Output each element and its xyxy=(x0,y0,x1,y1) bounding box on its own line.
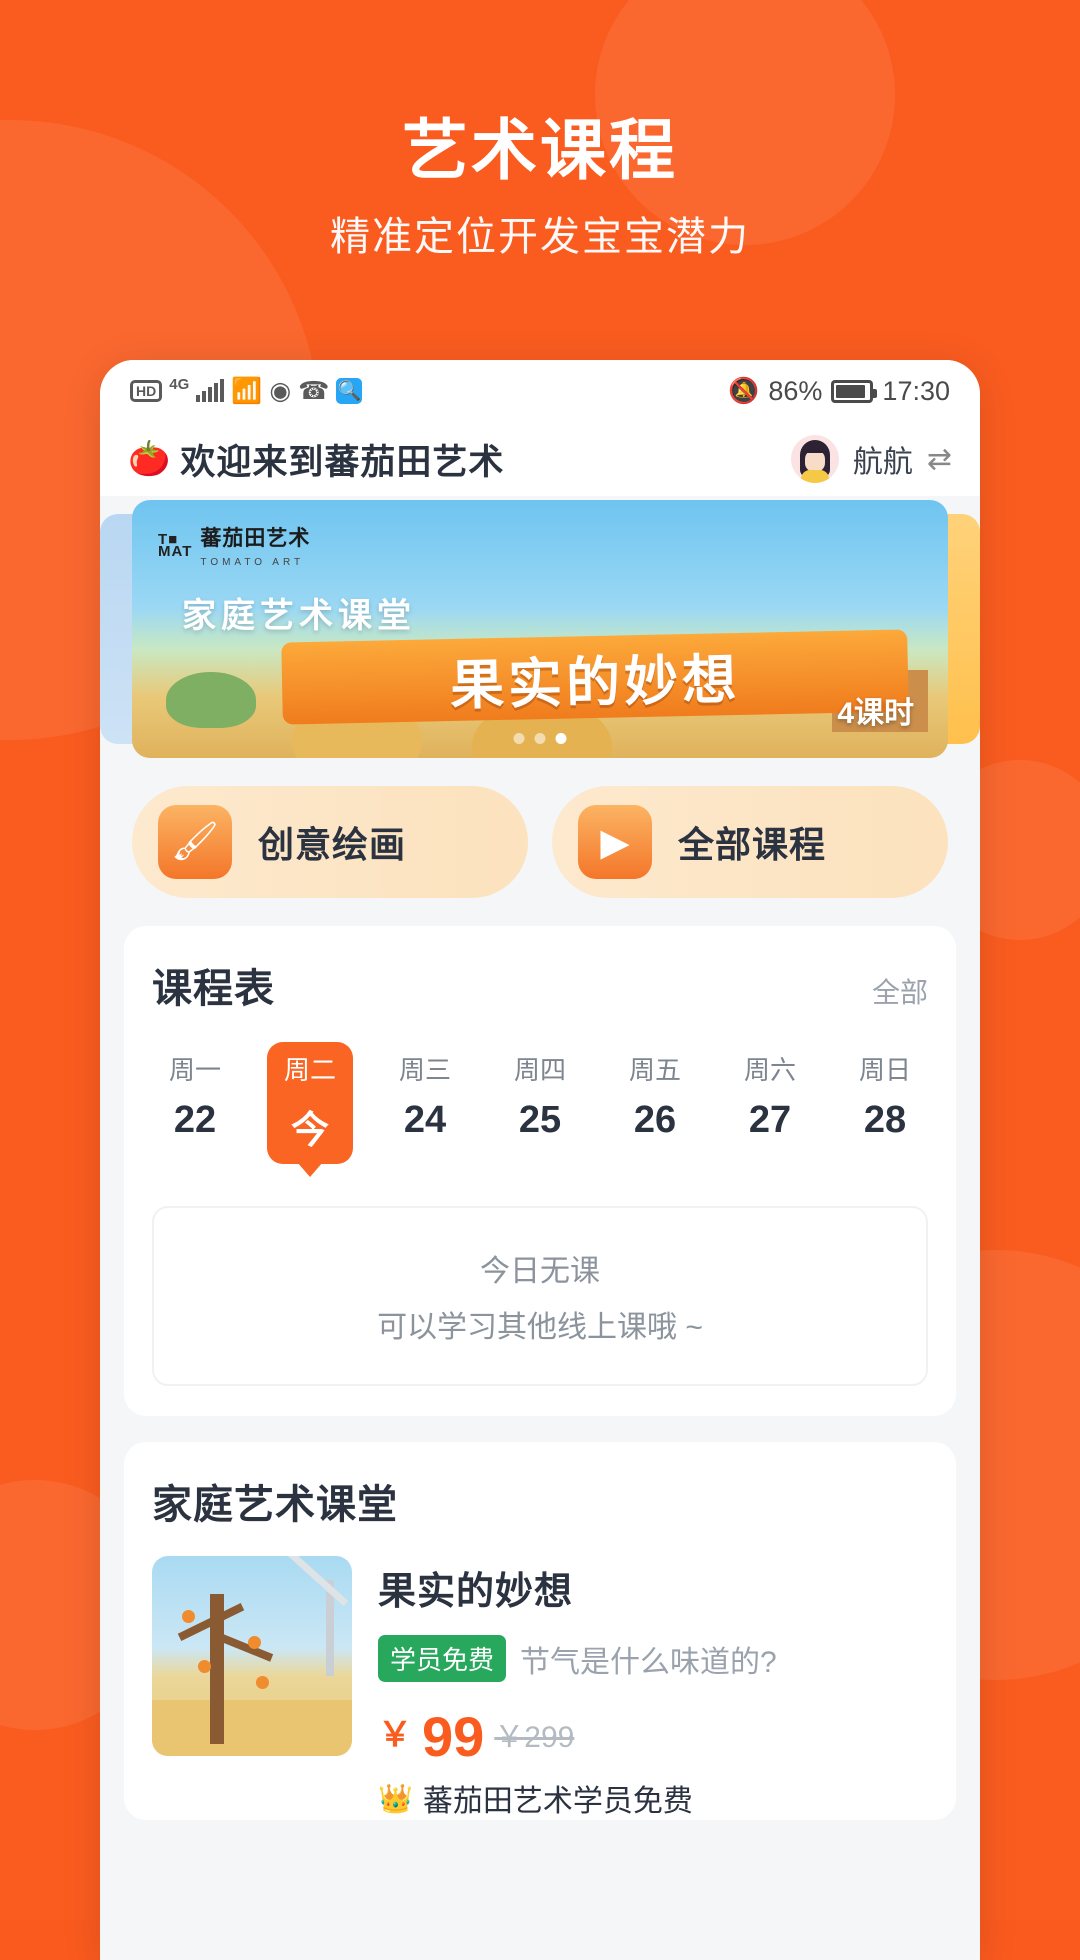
search-icon: 🔍 xyxy=(336,378,363,404)
date-label: 22 xyxy=(173,1099,217,1141)
carousel-dots[interactable] xyxy=(513,733,567,744)
switch-account-icon[interactable]: ⇄ xyxy=(927,442,952,477)
date-label: 28 xyxy=(863,1099,907,1141)
family-class-title: 家庭艺术课堂 xyxy=(152,1483,398,1527)
day-cell-wed[interactable]: 周三 24 xyxy=(382,1042,468,1164)
logo-mark-icon: T■ MAT xyxy=(158,531,193,560)
page-title: 艺术课程 xyxy=(402,113,678,187)
member-benefit-label: 蕃茄田艺术学员免费 xyxy=(422,1785,693,1819)
current-price: 99 xyxy=(422,1705,485,1768)
weekday-label: 周四 xyxy=(513,1055,566,1085)
battery-icon xyxy=(831,379,878,403)
app-header-user[interactable]: 航航 ⇄ xyxy=(790,435,952,483)
avatar[interactable] xyxy=(790,435,839,483)
status-bar: HD 4G 📶 ◉ ☎ 🔍 🔕 86% 17:30 xyxy=(100,360,980,422)
family-class-card: 家庭艺术课堂 果实的妙想 学员免费 节气是什么味道的? ￥ 99 ￥299 👑 … xyxy=(124,1442,956,1821)
weekday-label: 周六 xyxy=(743,1055,796,1085)
weekday-label: 周日 xyxy=(858,1055,911,1085)
eye-icon: ◉ xyxy=(269,376,292,405)
status-badge: 学员免费 xyxy=(378,1635,507,1682)
banner-lessons-label: 4课时 xyxy=(837,697,914,730)
schedule-card: 课程表 全部 周一 22 周二 今 周三 24 周四 25 周五 26 周六 2… xyxy=(124,926,956,1416)
quick-action-label: 全部课程 xyxy=(678,824,827,865)
week-selector: 周一 22 周二 今 周三 24 周四 25 周五 26 周六 27 周日 28 xyxy=(152,1042,928,1164)
clock-label: 17:30 xyxy=(882,375,950,406)
currency-symbol: ￥ xyxy=(378,1716,412,1755)
status-bar-right: 🔕 86% 17:30 xyxy=(728,376,950,407)
logo-en-label: TOMATO ART xyxy=(200,557,305,568)
quick-actions: 🖌 创意绘画 ▶ 全部课程 xyxy=(100,760,980,898)
quick-action-all-courses[interactable]: ▶ 全部课程 xyxy=(552,786,948,898)
bell-muted-icon: 🔕 xyxy=(728,376,760,405)
banner-logo: T■ MAT 蕃茄田艺术 TOMATO ART xyxy=(158,522,310,570)
schedule-header: 课程表 全部 xyxy=(152,956,928,1014)
carousel-dot-active[interactable] xyxy=(555,733,567,744)
missed-call-icon: ☎ xyxy=(298,376,330,405)
course-info: 果实的妙想 学员免费 节气是什么味道的? ￥ 99 ￥299 👑 蕃茄田艺术学员… xyxy=(378,1556,928,1820)
quick-action-creative-drawing[interactable]: 🖌 创意绘画 xyxy=(132,786,528,898)
banner-title: 果实的妙想 xyxy=(281,629,909,725)
status-bar-left: HD 4G 📶 ◉ ☎ 🔍 xyxy=(130,375,363,405)
signal-bars-icon xyxy=(196,379,225,402)
hero-section: 艺术课程 精准定位开发宝宝潜力 xyxy=(0,0,1080,259)
carousel-dot[interactable] xyxy=(534,733,546,744)
day-cell-thu[interactable]: 周四 25 xyxy=(497,1042,583,1164)
course-tag-row: 学员免费 节气是什么味道的? xyxy=(378,1635,928,1682)
course-description: 节气是什么味道的? xyxy=(520,1645,777,1679)
phone-mockup: HD 4G 📶 ◉ ☎ 🔍 🔕 86% 17:30 🍅 欢迎来到蕃茄田艺术 航航… xyxy=(100,360,980,1960)
app-title: 欢迎来到蕃茄田艺术 xyxy=(180,442,505,482)
bush-decoration xyxy=(166,672,256,728)
banner-subtitle: 家庭艺术课堂 xyxy=(182,597,416,635)
crown-icon: 👑 xyxy=(378,1782,413,1814)
empty-title: 今日无课 xyxy=(480,1255,600,1288)
network-type-label: 4G xyxy=(169,375,190,393)
app-header: 🍅 欢迎来到蕃茄田艺术 航航 ⇄ xyxy=(100,422,980,496)
page-subtitle: 精准定位开发宝宝潜力 xyxy=(330,214,750,259)
date-label: 27 xyxy=(748,1099,792,1141)
schedule-title: 课程表 xyxy=(152,967,275,1011)
date-label: 25 xyxy=(518,1099,562,1141)
weekday-label: 周一 xyxy=(168,1055,221,1085)
course-thumbnail xyxy=(152,1556,352,1756)
wifi-icon: 📶 xyxy=(231,376,263,405)
paintbrush-icon: 🖌 xyxy=(158,805,232,879)
date-label: 今 xyxy=(290,1110,329,1152)
schedule-empty-state: 今日无课 可以学习其他线上课哦 ~ xyxy=(152,1206,928,1386)
hd-icon: HD xyxy=(130,380,163,402)
banner-slide[interactable]: T■ MAT 蕃茄田艺术 TOMATO ART 家庭艺术课堂 果实的妙想 4课时 xyxy=(132,500,948,758)
carousel-dot[interactable] xyxy=(513,733,525,744)
original-price: ￥299 xyxy=(494,1721,575,1755)
banner-carousel[interactable]: T■ MAT 蕃茄田艺术 TOMATO ART 家庭艺术课堂 果实的妙想 4课时 xyxy=(100,500,980,760)
date-label: 24 xyxy=(403,1099,447,1141)
day-cell-sat[interactable]: 周六 27 xyxy=(727,1042,813,1164)
day-cell-tue-selected[interactable]: 周二 今 xyxy=(267,1042,353,1164)
course-name: 果实的妙想 xyxy=(378,1571,574,1613)
empty-subtitle: 可以学习其他线上课哦 ~ xyxy=(377,1311,703,1344)
date-label: 26 xyxy=(633,1099,677,1141)
tomato-icon: 🍅 xyxy=(128,440,171,478)
course-price-row: ￥ 99 ￥299 xyxy=(378,1705,928,1768)
weekday-label: 周五 xyxy=(628,1055,681,1085)
course-list-item[interactable]: 果实的妙想 学员免费 节气是什么味道的? ￥ 99 ￥299 👑 蕃茄田艺术学员… xyxy=(152,1556,928,1820)
day-cell-fri[interactable]: 周五 26 xyxy=(612,1042,698,1164)
day-cell-sun[interactable]: 周日 28 xyxy=(842,1042,928,1164)
user-name-label: 航航 xyxy=(852,446,913,479)
logo-zh-label: 蕃茄田艺术 xyxy=(200,527,311,550)
day-cell-mon[interactable]: 周一 22 xyxy=(152,1042,238,1164)
weekday-label: 周三 xyxy=(398,1055,451,1085)
weekday-label: 周二 xyxy=(283,1055,336,1085)
member-benefit-row: 👑 蕃茄田艺术学员免费 xyxy=(378,1776,928,1820)
quick-action-label: 创意绘画 xyxy=(258,824,407,865)
play-course-icon: ▶ xyxy=(578,805,652,879)
schedule-more-link[interactable]: 全部 xyxy=(872,971,928,1011)
battery-percent-label: 86% xyxy=(768,375,823,406)
